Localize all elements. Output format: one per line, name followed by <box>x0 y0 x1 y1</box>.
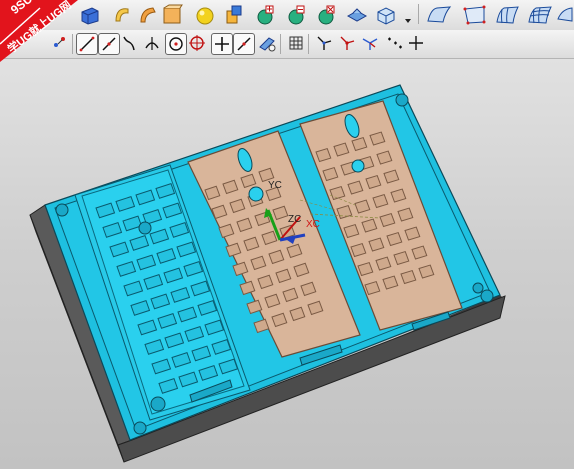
revolve-icon[interactable] <box>110 3 134 27</box>
cross-icon[interactable] <box>406 33 426 53</box>
through-curves-icon[interactable] <box>494 3 520 27</box>
spline-icon[interactable] <box>120 33 140 53</box>
sphere-icon[interactable] <box>193 3 217 27</box>
csys-dynamic-icon[interactable] <box>337 33 357 53</box>
xc-label: XC <box>306 219 320 230</box>
watermark-badge: 9SUG 学UG就上UG网 <box>0 0 78 62</box>
subtract-icon[interactable] <box>253 3 277 27</box>
line-icon[interactable] <box>76 33 98 55</box>
mold-model[interactable] <box>0 59 574 469</box>
ruled-surface-icon[interactable] <box>462 3 488 27</box>
surface-extra-icon[interactable] <box>556 3 574 27</box>
shell-icon[interactable] <box>374 3 398 27</box>
wcs-icon[interactable] <box>360 33 380 53</box>
point-set-icon[interactable] <box>384 33 404 53</box>
unite-icon[interactable] <box>222 3 246 27</box>
target-icon[interactable] <box>165 33 187 55</box>
slash-icon[interactable] <box>233 33 255 55</box>
crosshair-icon[interactable] <box>187 33 207 53</box>
block-icon[interactable] <box>78 3 102 27</box>
grid-icon[interactable] <box>286 33 306 53</box>
intersect-icon[interactable] <box>284 3 308 27</box>
offset-face-icon[interactable] <box>345 3 369 27</box>
csys-icon[interactable] <box>314 33 334 53</box>
swept-icon[interactable] <box>160 3 184 27</box>
zc-label: ZC <box>288 214 302 225</box>
delete-body-icon[interactable] <box>314 3 338 27</box>
toolbar-curve <box>0 30 574 59</box>
yc-label: YC <box>268 180 282 191</box>
plus-icon[interactable] <box>211 33 233 55</box>
toolbar-standard <box>0 0 574 31</box>
fillet-curve-icon[interactable] <box>142 33 162 53</box>
surface-patch-icon[interactable] <box>425 3 453 27</box>
mesh-surface-icon[interactable] <box>526 3 554 27</box>
arc-icon[interactable] <box>98 33 120 55</box>
dropdown-arrow-icon[interactable] <box>402 3 414 27</box>
graphics-viewport[interactable]: YC ZC XC <box>0 59 574 469</box>
snap-icon[interactable] <box>257 33 277 53</box>
extrude-icon[interactable] <box>136 3 160 27</box>
